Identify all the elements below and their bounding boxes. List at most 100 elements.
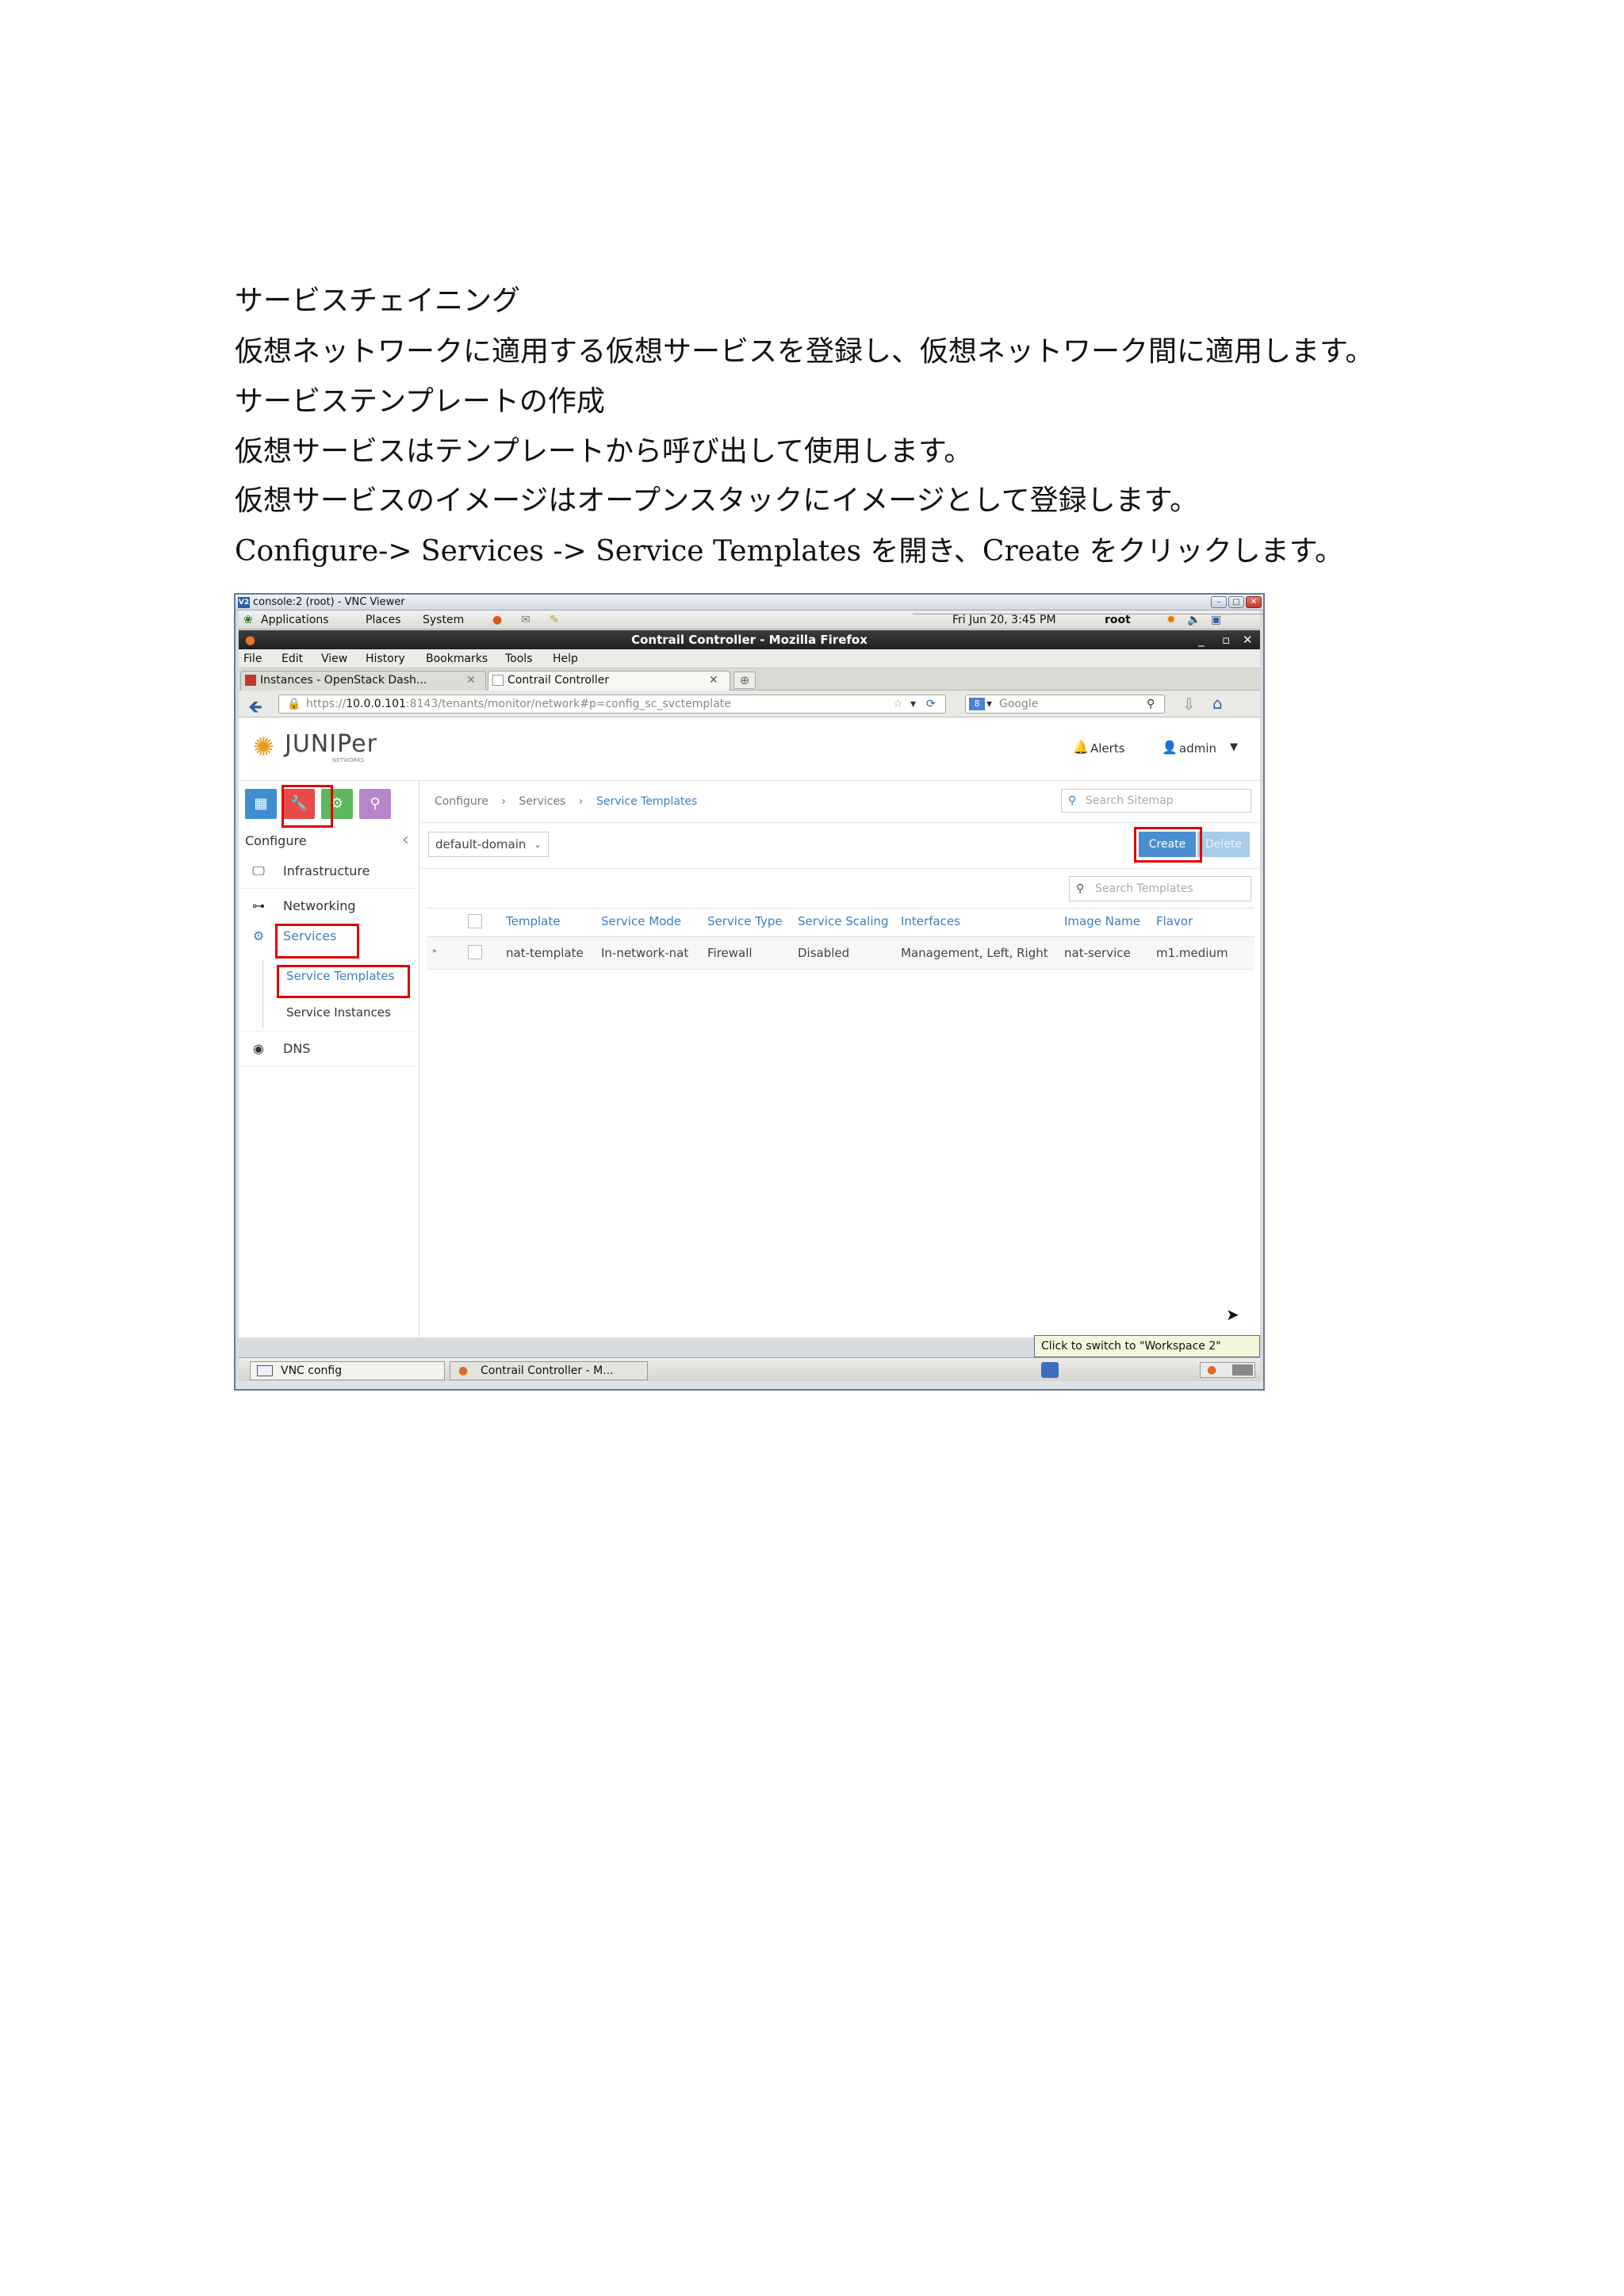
menu-view[interactable]: View [321,649,347,668]
tab-contrail[interactable]: Contrail Controller ✕ [488,671,730,691]
column-header-flavor[interactable]: Flavor [1156,914,1193,928]
expand-row-icon[interactable]: ▸ [433,947,437,955]
sidebar: ▦ 🔧 ⚙ ⚲ Configure ‹ 🖵 Infrastructure ⊶ N… [239,781,419,1337]
firefox-title-bar: ● Contrail Controller - Mozilla Firefox … [239,630,1260,649]
close-icon[interactable]: ✕ [1246,596,1262,608]
gnome-taskbar: VNC config ● Contrail Controller - M... … [239,1357,1260,1381]
download-arrow-icon[interactable]: ⇩ [1182,695,1196,714]
menu-history[interactable]: History [366,649,405,668]
panel-clock[interactable]: Fri Jun 20, 3:45 PM [952,610,1056,629]
notes-launcher-icon[interactable]: ✎ [550,610,559,629]
breadcrumb-chevron-icon: › [501,795,506,808]
menu-system[interactable]: System [423,610,464,629]
tab-contrail-label: Contrail Controller [508,674,610,687]
domain-select-value: default-domain [435,837,527,851]
firefox-menubar: File Edit View History Bookmarks Tools H… [239,649,1260,668]
ff-maximize-icon[interactable]: ▫ [1222,630,1230,649]
network-tree-icon: ⊶ [252,898,265,913]
sidebar-subitem-service-instances[interactable]: Service Instances [262,997,419,1028]
tab-close-icon[interactable]: ✕ [466,672,476,690]
firefox-navbar: 🡸 🔒 https://10.0.0.101:8143/tenants/moni… [239,691,1260,718]
user-menu[interactable]: admin [1179,741,1216,756]
alerts-link[interactable]: Alerts [1090,741,1125,756]
collapse-chevron-icon[interactable]: ‹ [402,830,409,850]
taskbar-item-contrail-controller[interactable]: ● Contrail Controller - M... [450,1361,648,1380]
panel-user[interactable]: root [1105,610,1131,629]
url-bar[interactable]: 🔒 https://10.0.0.101:8143/tenants/monito… [278,695,946,714]
column-header-service-scaling[interactable]: Service Scaling [798,914,889,928]
vnc-title-bar: console:2 (root) - VNC Viewer [236,595,1263,610]
select-all-checkbox[interactable] [468,914,482,928]
search-sitemap-input[interactable]: ⚲ Search Sitemap [1061,789,1251,813]
update-icon[interactable]: ✹ [1166,610,1176,629]
breadcrumb: Configure › Services › Service Templates [435,795,697,808]
caret-down-icon[interactable]: ▼ [1230,741,1238,753]
binoculars-icon[interactable]: ⚲ [1147,695,1155,713]
highlight-services [275,924,359,959]
menu-places[interactable]: Places [366,610,401,629]
alerts-bell-icon[interactable]: 🔔 [1073,740,1089,755]
trash-icon [1232,1364,1253,1376]
menu-bookmarks[interactable]: Bookmarks [426,649,488,668]
search-engine-icon[interactable]: 8 [969,698,985,710]
tab-openstack-label: Instances - OpenStack Dash... [260,674,427,687]
domain-select[interactable]: default-domain ⌄ [428,832,549,857]
minimize-icon[interactable]: – [1211,596,1227,608]
menu-applications[interactable]: Applications [261,610,329,629]
sidebar-subitem-label: Service Instances [286,1005,391,1020]
firefox-launcher-icon[interactable]: ● [492,610,502,629]
app-header: ✺ JUNIPer NETWORKS 🔔 Alerts 👤 admin ▼ [239,718,1260,781]
user-icon: 👤 [1162,740,1178,755]
column-header-image-name[interactable]: Image Name [1064,914,1140,928]
page-favicon-icon [492,675,504,686]
menu-tools[interactable]: Tools [505,649,533,668]
volume-icon[interactable]: 🔈 [1187,610,1201,629]
web-search-input[interactable]: 8 ▾ Google ⚲ [965,695,1165,714]
search-engine-dropdown-icon[interactable]: ▾ [986,695,992,713]
url-host: 10.0.0.101 [346,698,406,710]
taskbar-item-vnc-config[interactable]: VNC config [250,1361,445,1380]
search-icon: ⚲ [1068,794,1077,807]
sidebar-item-infrastructure[interactable]: 🖵 Infrastructure [239,854,419,889]
ff-minimize-icon[interactable]: _ [1198,630,1205,649]
breadcrumb-configure[interactable]: Configure [435,795,488,808]
url-rest: :8143/tenants/monitor/network#p=config_s… [405,698,731,710]
paragraph-instructions: Configure-> Services -> Service Template… [235,535,1344,568]
monitor-chart-icon: ▦ [254,795,268,812]
search-templates-input[interactable]: ⚲ Search Templates [1069,876,1251,901]
tab-openstack[interactable]: Instances - OpenStack Dash... ✕ [240,671,486,691]
services-cog-icon: ⚙ [252,928,265,943]
lock-icon: 🔒 [287,698,301,710]
home-icon[interactable]: ⌂ [1212,694,1223,713]
menu-help[interactable]: Help [553,649,578,668]
ff-close-icon[interactable]: ✕ [1243,630,1253,649]
menu-edit[interactable]: Edit [282,649,303,668]
tab-close-icon[interactable]: ✕ [709,672,718,690]
maximize-icon[interactable]: □ [1228,596,1244,608]
table-row-border [427,969,1254,970]
cell-template: nat-template [506,946,584,960]
menu-file[interactable]: File [243,649,262,668]
delete-button[interactable]: Delete [1197,832,1250,857]
column-header-template[interactable]: Template [506,914,560,928]
url-dropdown-icon[interactable]: ▾ [910,695,916,713]
monitor-button[interactable]: ▦ [245,789,277,819]
paragraph-template-usage: 仮想サービスはテンプレートから呼び出して使用します。 [235,435,973,468]
reload-icon[interactable]: ⟳ [926,695,936,713]
bookmark-star-icon[interactable]: ☆ [893,695,903,713]
sidebar-item-label: DNS [283,1041,311,1056]
sidebar-item-dns[interactable]: ◉ DNS [239,1031,419,1066]
column-header-interfaces[interactable]: Interfaces [901,914,960,928]
workspace-tooltip: Click to switch to "Workspace 2" [1034,1335,1260,1357]
row-checkbox[interactable] [468,945,482,959]
search-icon: ⚲ [1076,882,1085,895]
column-header-service-mode[interactable]: Service Mode [601,914,681,928]
network-icon[interactable]: ▣ [1211,610,1221,629]
mail-launcher-icon[interactable]: ✉ [521,610,530,629]
trash-applet[interactable]: ● [1200,1362,1255,1378]
new-tab-icon[interactable]: ⊕ [733,672,756,689]
breadcrumb-services[interactable]: Services [519,795,565,808]
workspace-switcher-icon[interactable] [1041,1362,1059,1378]
column-header-service-type[interactable]: Service Type [707,914,783,928]
query-button[interactable]: ⚲ [359,789,391,819]
